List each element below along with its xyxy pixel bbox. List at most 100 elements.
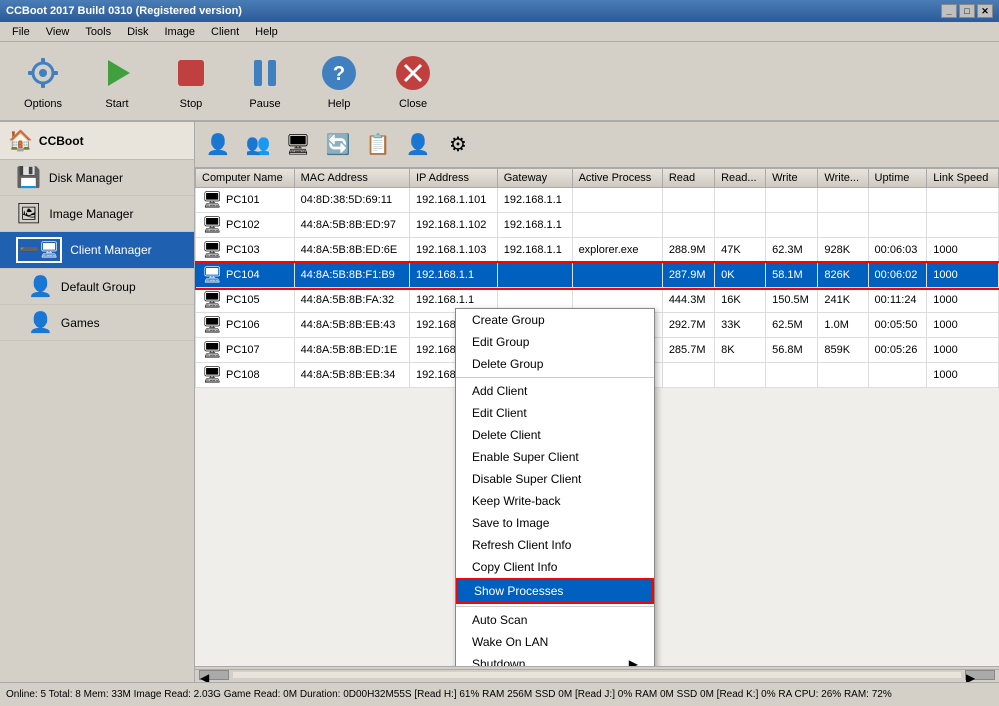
help-button[interactable]: ? Help	[304, 47, 374, 115]
pause-button[interactable]: Pause	[230, 47, 300, 115]
submenu-arrow-shutdown: ▶	[629, 657, 638, 666]
cell-read	[662, 213, 714, 238]
ctx-item-create-group[interactable]: Create Group	[456, 309, 654, 331]
ctx-item-enable-super[interactable]: Enable Super Client	[456, 446, 654, 468]
default-group-icon: 👤	[28, 274, 53, 299]
sec-btn-4[interactable]: 🔄	[319, 126, 357, 164]
sec-btn-6[interactable]: 👤	[399, 126, 437, 164]
table-row[interactable]: 🖥PC10104:8D:38:5D:69:11192.168.1.101192.…	[196, 188, 999, 213]
col-ip-address[interactable]: IP Address	[409, 169, 497, 188]
col-link-speed[interactable]: Link Speed	[927, 169, 999, 188]
ctx-item-add-client[interactable]: Add Client	[456, 380, 654, 402]
cell-ip: 192.168.1.102	[409, 213, 497, 238]
ccboot-icon: 🏠	[8, 128, 33, 153]
table-row[interactable]: 🖥PC10444:8A:5B:8B:F1:B9192.168.1.1287.9M…	[196, 263, 999, 288]
sec-btn-2[interactable]: 👥	[239, 126, 277, 164]
sec-btn-5[interactable]: 📋	[359, 126, 397, 164]
menu-view[interactable]: View	[38, 24, 78, 40]
ctx-item-delete-client[interactable]: Delete Client	[456, 424, 654, 446]
close-label: Close	[399, 98, 427, 110]
cell-process	[572, 263, 662, 288]
menu-image[interactable]: Image	[156, 24, 203, 40]
main-layout: 🏠 CCBoot 💾 Disk Manager 🖼 Image Manager …	[0, 122, 999, 682]
options-button[interactable]: Options	[8, 47, 78, 115]
sidebar-header: 🏠 CCBoot	[0, 122, 194, 160]
ctx-item-auto-scan[interactable]: Auto Scan	[456, 609, 654, 631]
menu-help[interactable]: Help	[247, 24, 286, 40]
sec-btn-3[interactable]: 🖥	[279, 126, 317, 164]
sidebar-item-default-group[interactable]: 👤 Default Group	[0, 269, 194, 305]
col-gateway[interactable]: Gateway	[497, 169, 572, 188]
cell-uptime: 00:06:03	[868, 238, 927, 263]
sidebar-item-disk-manager[interactable]: 💾 Disk Manager	[0, 160, 194, 196]
ctx-item-delete-group[interactable]: Delete Group	[456, 353, 654, 375]
pc-icon: 🖥	[202, 215, 222, 235]
cell-link-speed: 1000	[927, 263, 999, 288]
col-computer-name[interactable]: Computer Name	[196, 169, 295, 188]
menu-tools[interactable]: Tools	[77, 24, 119, 40]
cell-write: 150.5M	[766, 288, 818, 313]
cell-mac: 44:8A:5B:8B:F1:B9	[294, 263, 409, 288]
context-menu: Create GroupEdit GroupDelete Group Add Cl…	[455, 308, 655, 666]
client-table-container[interactable]: Computer Name MAC Address IP Address Gat…	[195, 168, 999, 666]
client-manager-icon: ➖🖥	[16, 237, 62, 263]
ctx-item-copy-client[interactable]: Copy Client Info	[456, 556, 654, 578]
col-uptime[interactable]: Uptime	[868, 169, 927, 188]
sidebar-item-client-manager[interactable]: ➖🖥 Client Manager	[0, 232, 194, 269]
menu-file[interactable]: File	[4, 24, 38, 40]
col-active-process[interactable]: Active Process	[572, 169, 662, 188]
scroll-track[interactable]	[233, 672, 961, 678]
sec-btn-7[interactable]: ⚙	[439, 126, 477, 164]
sidebar-item-games[interactable]: 👤 Games	[0, 305, 194, 341]
sidebar-item-image-manager[interactable]: 🖼 Image Manager	[0, 196, 194, 232]
cell-process	[572, 188, 662, 213]
cell-uptime	[868, 363, 927, 388]
scroll-right-button[interactable]: ▶	[965, 670, 995, 680]
ctx-item-disable-super[interactable]: Disable Super Client	[456, 468, 654, 490]
pause-icon	[244, 52, 286, 94]
scroll-left-button[interactable]: ◀	[199, 670, 229, 680]
cell-read	[662, 363, 714, 388]
ctx-item-shutdown[interactable]: Shutdown▶	[456, 653, 654, 666]
pause-label: Pause	[249, 98, 280, 110]
col-write[interactable]: Write	[766, 169, 818, 188]
stop-button[interactable]: Stop	[156, 47, 226, 115]
col-read-speed[interactable]: Read...	[715, 169, 766, 188]
sec-btn-1[interactable]: 👤	[199, 126, 237, 164]
close-button[interactable]: Close	[378, 47, 448, 115]
close-window-button[interactable]: ✕	[977, 4, 993, 18]
ctx-item-show-processes[interactable]: Show Processes	[456, 578, 654, 604]
cell-uptime: 00:05:26	[868, 338, 927, 363]
cell-uptime: 00:06:02	[868, 263, 927, 288]
cell-gateway: 192.168.1.1	[497, 238, 572, 263]
cell-computer-name: 🖥PC105	[196, 288, 295, 313]
ctx-item-edit-client[interactable]: Edit Client	[456, 402, 654, 424]
table-row[interactable]: 🖥PC10344:8A:5B:8B:ED:6E192.168.1.103192.…	[196, 238, 999, 263]
menu-disk[interactable]: Disk	[119, 24, 156, 40]
cell-link-speed	[927, 213, 999, 238]
cell-write	[766, 188, 818, 213]
cell-mac: 04:8D:38:5D:69:11	[294, 188, 409, 213]
col-read[interactable]: Read	[662, 169, 714, 188]
minimize-button[interactable]: _	[941, 4, 957, 18]
menu-client[interactable]: Client	[203, 24, 247, 40]
ctx-item-save-to-image[interactable]: Save to Image	[456, 512, 654, 534]
cell-uptime	[868, 188, 927, 213]
cell-computer-name: 🖥PC102	[196, 213, 295, 238]
cell-write	[766, 363, 818, 388]
ctx-item-wake-on-lan[interactable]: Wake On LAN	[456, 631, 654, 653]
ctx-item-keep-writeback[interactable]: Keep Write-back	[456, 490, 654, 512]
horizontal-scrollbar[interactable]: ◀ ▶	[195, 666, 999, 682]
cell-read: 287.9M	[662, 263, 714, 288]
maximize-button[interactable]: □	[959, 4, 975, 18]
start-button[interactable]: Start	[82, 47, 152, 115]
table-row[interactable]: 🖥PC10244:8A:5B:8B:ED:97192.168.1.102192.…	[196, 213, 999, 238]
ctx-item-refresh-client[interactable]: Refresh Client Info	[456, 534, 654, 556]
cell-link-speed: 1000	[927, 313, 999, 338]
cell-write-speed	[818, 188, 868, 213]
start-icon	[96, 52, 138, 94]
col-mac-address[interactable]: MAC Address	[294, 169, 409, 188]
col-write-speed[interactable]: Write...	[818, 169, 868, 188]
ctx-item-edit-group[interactable]: Edit Group	[456, 331, 654, 353]
content-area: 👤 👥 🖥 🔄 📋 👤 ⚙ Computer Name MAC Address …	[195, 122, 999, 682]
